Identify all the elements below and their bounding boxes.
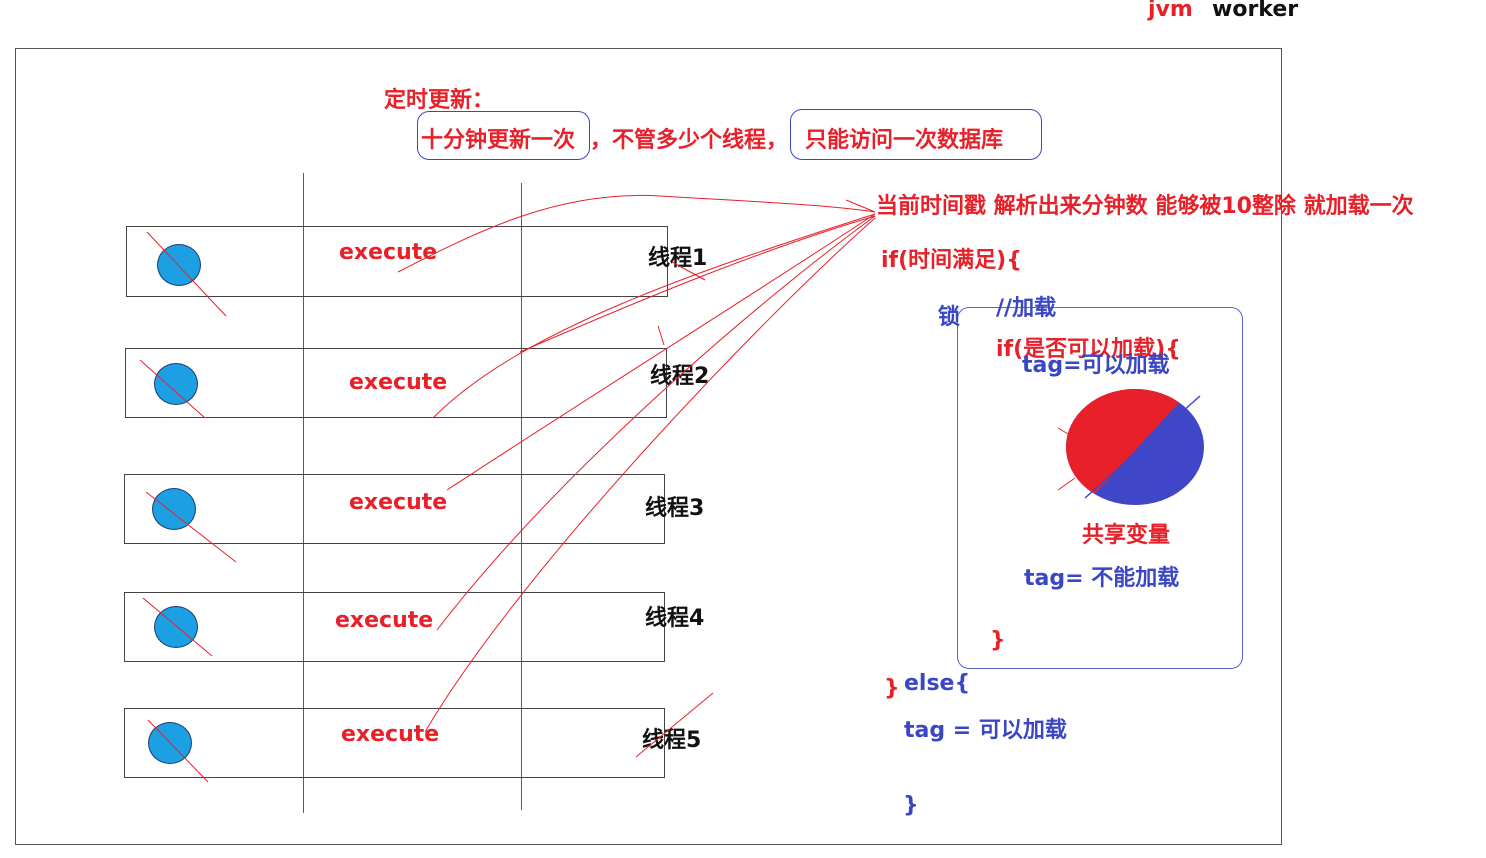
execute-arrows (397, 194, 876, 758)
dot-cross-strokes (139, 231, 237, 783)
shared-variable-circle (1057, 389, 1204, 505)
annotation-strokes (139, 194, 1204, 783)
